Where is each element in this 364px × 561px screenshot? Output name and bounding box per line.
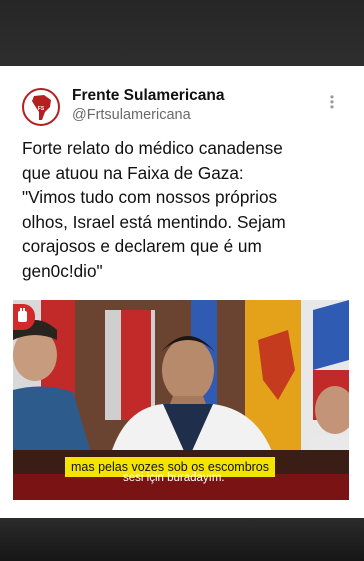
video-caption-turkish: sesi için buradayım. [123,472,225,484]
display-name[interactable]: Frente Sulamericana [72,87,224,105]
post-card[interactable]: FS Frente Sulamericana @Frtsulamericana … [0,66,364,518]
fist-icon [13,304,35,330]
post-text: Forte relato do médico canadense que atu… [22,138,286,281]
bottom-bar [0,518,364,561]
svg-text:FS: FS [38,106,45,112]
south-america-map-logo: FS [32,95,51,120]
top-bar [0,0,364,66]
user-handle[interactable]: @Frtsulamericana [72,107,191,123]
avatar[interactable]: FS [22,88,60,126]
more-vertical-icon[interactable]: • • • [326,91,338,113]
video-player[interactable]: mas pelas vozes sob os escombros sesi iç… [13,300,349,500]
